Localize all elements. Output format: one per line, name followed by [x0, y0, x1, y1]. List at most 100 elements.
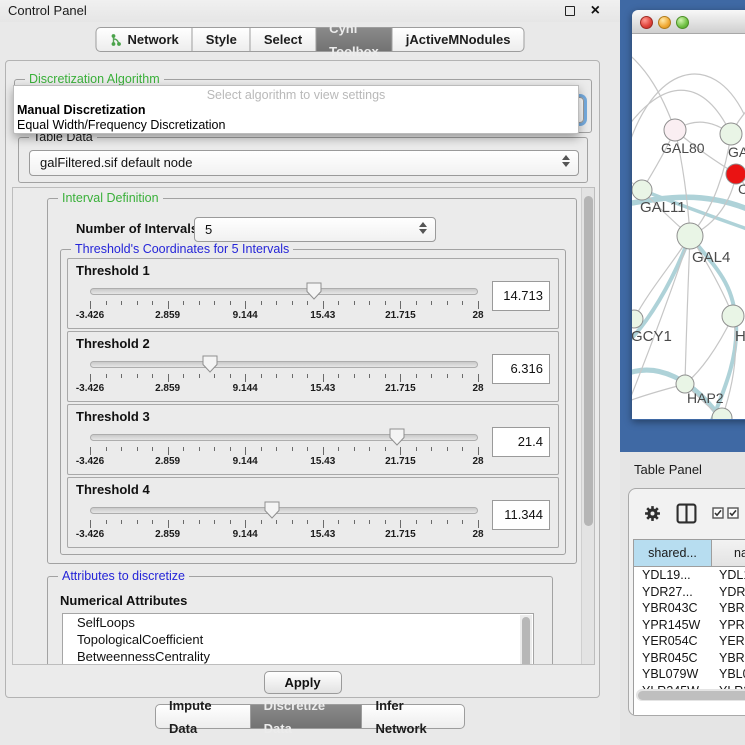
- tab-network[interactable]: Network: [95, 27, 192, 52]
- slider-ticks: [90, 447, 478, 455]
- slider-thumb-icon[interactable]: [202, 355, 218, 373]
- mac-zoom-button-icon[interactable]: [676, 16, 689, 29]
- threshold-slider[interactable]: -3.4262.8599.14415.4321.71528: [90, 279, 478, 311]
- node-ga[interactable]: [720, 123, 742, 145]
- slider-thumb-icon[interactable]: [306, 282, 322, 300]
- right-column: GAL80 GA C GAL11 GAL4 GCY1 H HAP2 Table …: [620, 0, 745, 745]
- table-horizontal-scrollbar[interactable]: [636, 689, 745, 701]
- column-header-shared-name[interactable]: shared...: [634, 540, 712, 566]
- slider-track[interactable]: [90, 507, 478, 514]
- node-label: C: [738, 181, 745, 197]
- combo-arrows-icon: [419, 222, 427, 234]
- network-icon: [109, 33, 122, 47]
- network-canvas[interactable]: GAL80 GA C GAL11 GAL4 GCY1 H HAP2: [632, 34, 745, 419]
- node-gal11[interactable]: [632, 180, 652, 200]
- threshold-value-field[interactable]: 6.316: [492, 354, 550, 384]
- network-view-window[interactable]: GAL80 GA C GAL11 GAL4 GCY1 H HAP2: [632, 10, 745, 420]
- table-panel-titlebar: Table Panel: [620, 452, 745, 488]
- number-of-intervals-combobox[interactable]: 5: [194, 217, 436, 242]
- table-toolbar: [629, 489, 745, 537]
- table-row[interactable]: YDL19...YDL1: [634, 567, 745, 584]
- float-window-icon[interactable]: [565, 6, 575, 16]
- gear-icon[interactable]: [644, 505, 661, 522]
- threshold-3-panel: Threshold 3 -3.4262.8599.14415.4321.7152…: [67, 404, 559, 475]
- control-panel-window: Control Panel × Network Style Select Cyn…: [0, 0, 620, 745]
- slider-ticks: [90, 374, 478, 382]
- node-h[interactable]: [722, 305, 744, 327]
- tab-select[interactable]: Select: [251, 27, 316, 52]
- tab-label: Infer Network: [375, 694, 451, 740]
- tab-style[interactable]: Style: [193, 27, 251, 52]
- tab-label: Select: [264, 28, 302, 51]
- combo-arrows-icon: [562, 155, 570, 167]
- list-item[interactable]: TopologicalCoefficient: [63, 631, 533, 648]
- dropdown-placeholder-option[interactable]: Select algorithm to view settings: [14, 88, 578, 103]
- slider-thumb-icon[interactable]: [264, 501, 280, 519]
- algorithm-group-title: Discretization Algorithm: [25, 72, 164, 86]
- threshold-value-field[interactable]: 21.4: [492, 427, 550, 457]
- table-data-group: Table Data galFiltered.sif default node: [18, 137, 588, 183]
- table-row[interactable]: YBR043CYBR0: [634, 600, 745, 617]
- table-row[interactable]: YER054CYER0: [634, 633, 745, 650]
- number-of-intervals-value: 5: [205, 222, 212, 237]
- column-header-name[interactable]: na: [712, 540, 745, 566]
- table-row[interactable]: YBL079WYBL0: [634, 666, 745, 683]
- close-icon[interactable]: ×: [591, 1, 600, 21]
- checkbox-checked-icon[interactable]: [727, 507, 739, 519]
- slider-track[interactable]: [90, 288, 478, 295]
- threshold-label: Threshold 4: [76, 482, 550, 497]
- network-graph: GAL80 GA C GAL11 GAL4 GCY1 H HAP2: [632, 34, 745, 419]
- threshold-slider[interactable]: -3.4262.8599.14415.4321.71528: [90, 498, 478, 530]
- node-gal4[interactable]: [677, 223, 703, 249]
- threshold-slider[interactable]: -3.4262.8599.14415.4321.71528: [90, 425, 478, 457]
- table-data-combobox[interactable]: galFiltered.sif default node: [29, 150, 579, 176]
- tab-jactivemnodules[interactable]: jActiveMNodules: [393, 27, 525, 52]
- node-label: GAL4: [692, 249, 730, 266]
- table-row[interactable]: YPR145WYPR1: [634, 617, 745, 634]
- slider-track[interactable]: [90, 434, 478, 441]
- apply-button[interactable]: Apply: [264, 671, 342, 694]
- slider-ticks: [90, 301, 478, 309]
- node-label: H: [735, 328, 745, 345]
- list-scrollbar[interactable]: [520, 615, 532, 665]
- tab-label: Discretize Data: [264, 694, 349, 740]
- dropdown-option-manual[interactable]: Manual Discretization: [14, 103, 578, 118]
- settings-scrollbar[interactable]: [581, 188, 594, 664]
- threshold-label: Threshold 2: [76, 336, 550, 351]
- table-row[interactable]: YBR045CYBR0: [634, 650, 745, 667]
- table-row[interactable]: YDR27...YDR2: [634, 584, 745, 601]
- table-panel: shared... na YDL19...YDL1YDR27...YDR2YBR…: [628, 488, 745, 716]
- table-rows: YDL19...YDL1YDR27...YDR2YBR043CYBR0YPR14…: [634, 567, 745, 700]
- interval-definition-title: Interval Definition: [58, 191, 163, 205]
- dropdown-option-equal-width[interactable]: Equal Width/Frequency Discretization: [14, 118, 578, 133]
- node-table: shared... na YDL19...YDL1YDR27...YDR2YBR…: [633, 539, 745, 715]
- table-data-selected-value: galFiltered.sif default node: [40, 155, 192, 170]
- tab-discretize-data[interactable]: Discretize Data: [251, 704, 363, 729]
- tab-cyni-toolbox[interactable]: Cyni Toolbox: [316, 27, 393, 52]
- control-panel-tabs: Network Style Select Cyni Toolbox jActiv…: [95, 27, 524, 52]
- tab-impute-data[interactable]: Impute Data: [155, 704, 251, 729]
- threshold-slider[interactable]: -3.4262.8599.14415.4321.71528: [90, 352, 478, 384]
- mac-minimize-button-icon[interactable]: [658, 16, 671, 29]
- slider-track[interactable]: [90, 361, 478, 368]
- slider-thumb-icon[interactable]: [389, 428, 405, 446]
- slider-tick-labels: -3.4262.8599.14415.4321.71528: [90, 529, 478, 541]
- control-panel-titlebar: Control Panel ×: [0, 0, 620, 22]
- node-gal80[interactable]: [664, 119, 686, 141]
- node-label: HAP2: [687, 390, 724, 406]
- window-title: Control Panel: [8, 3, 87, 18]
- table-panel-title: Table Panel: [634, 462, 702, 477]
- threshold-value-field[interactable]: 11.344: [492, 500, 550, 530]
- list-item[interactable]: SelfLoops: [63, 614, 533, 631]
- mac-close-button-icon[interactable]: [640, 16, 653, 29]
- numerical-attributes-label: Numerical Attributes: [60, 593, 187, 608]
- network-desktop: GAL80 GA C GAL11 GAL4 GCY1 H HAP2: [620, 0, 745, 452]
- threshold-label: Threshold 3: [76, 409, 550, 424]
- split-view-icon[interactable]: [676, 503, 697, 524]
- checkbox-checked-icon[interactable]: [712, 507, 724, 519]
- tab-infer-network[interactable]: Infer Network: [362, 704, 465, 729]
- list-item[interactable]: BetweennessCentrality: [63, 648, 533, 665]
- threshold-2-panel: Threshold 2 -3.4262.8599.14415.4321.7152…: [67, 331, 559, 402]
- threshold-value-field[interactable]: 14.713: [492, 281, 550, 311]
- slider-ticks: [90, 520, 478, 528]
